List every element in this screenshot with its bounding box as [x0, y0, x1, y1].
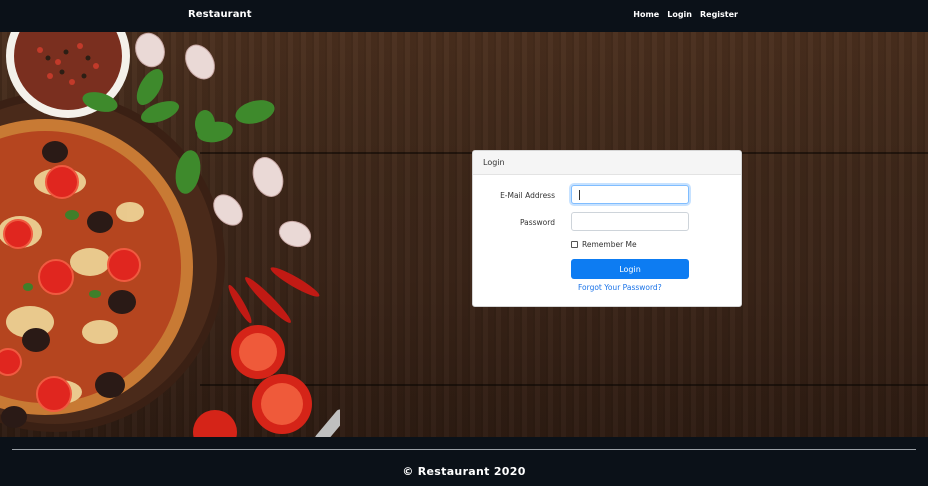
- remember-me-label[interactable]: Remember Me: [582, 240, 637, 249]
- nav-link-home[interactable]: Home: [633, 10, 659, 19]
- password-label: Password: [519, 218, 555, 227]
- nav-link-login[interactable]: Login: [667, 10, 692, 19]
- page-footer: © Restaurant 2020: [0, 437, 928, 486]
- brand-logo-text[interactable]: Restaurant: [188, 9, 252, 20]
- login-card: Login E-Mail Address Password Remember M…: [472, 150, 742, 307]
- hero-background: Login E-Mail Address Password Remember M…: [0, 32, 928, 437]
- login-button[interactable]: Login: [571, 259, 689, 279]
- remember-me-checkbox[interactable]: [571, 241, 578, 248]
- card-header: Login: [473, 151, 741, 175]
- top-navbar: Restaurant Home Login Register: [0, 0, 928, 32]
- pizza-illustration: [0, 32, 340, 437]
- nav-links: Home Login Register: [633, 10, 738, 19]
- footer-copyright: © Restaurant 2020: [402, 465, 526, 478]
- email-field[interactable]: [571, 185, 689, 204]
- text-cursor: [579, 190, 580, 200]
- password-field[interactable]: [571, 212, 689, 231]
- nav-link-register[interactable]: Register: [700, 10, 738, 19]
- email-label: E-Mail Address: [500, 191, 555, 200]
- forgot-password-link[interactable]: Forgot Your Password?: [578, 283, 662, 292]
- footer-divider: [12, 449, 916, 450]
- remember-me-row: Remember Me: [571, 240, 637, 249]
